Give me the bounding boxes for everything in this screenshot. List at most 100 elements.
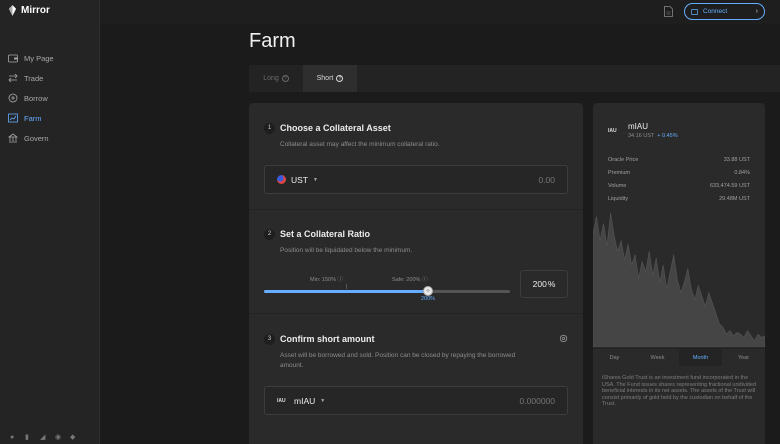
- section-description: Collateral asset may affect the minimum …: [280, 141, 440, 148]
- min-ratio-text: Min: 150%: [310, 277, 336, 283]
- short-amount-input[interactable]: [435, 395, 555, 406]
- safe-ratio-text: Safe: 200%: [392, 277, 421, 283]
- section-description: Asset will be borrowed and sold. Positio…: [280, 352, 516, 369]
- sidebar-item-label: Govern: [24, 133, 49, 143]
- asset-header: IAU mIAU 34.16 UST + 0.45%: [608, 122, 678, 139]
- info-icon[interactable]: ⓘ: [422, 277, 428, 283]
- telegram-icon[interactable]: ◢: [40, 434, 48, 442]
- sidebar: Mirror My Page Trade Borrow Farm Govern …: [0, 0, 100, 444]
- info-icon[interactable]: ?: [281, 75, 289, 82]
- tab-label: Short: [316, 75, 334, 82]
- chevron-right-icon: ›: [755, 8, 758, 15]
- range-day[interactable]: Day: [593, 349, 636, 366]
- discord-icon[interactable]: ◉: [55, 434, 63, 442]
- asset-name: mIAU: [628, 122, 648, 131]
- collateral-asset-select[interactable]: UST ▼: [277, 175, 318, 185]
- tab-long[interactable]: Long ?: [249, 65, 303, 92]
- asset-price-line: 34.16 UST + 0.45%: [628, 133, 678, 139]
- section-description: Position will be liquidated below the mi…: [280, 247, 413, 254]
- stat-label: Volume: [608, 183, 627, 189]
- app-logo[interactable]: Mirror: [8, 5, 50, 16]
- document-icon[interactable]: [664, 6, 673, 17]
- price-chart[interactable]: [593, 207, 765, 347]
- sidebar-item-label: Farm: [24, 113, 42, 123]
- social-links: ● ▮ ◢ ◉ ◆: [10, 434, 78, 442]
- step-number: 1: [264, 123, 275, 134]
- connect-label: Connect: [703, 8, 728, 15]
- collateral-ratio-slider[interactable]: Min: 150% ⓘ Safe: 200% ⓘ ‹› 200%: [264, 270, 510, 306]
- page-title: Farm: [249, 30, 296, 52]
- asset-info-panel: IAU mIAU 34.16 UST + 0.45% Oracle Price 33…: [593, 103, 765, 444]
- range-year[interactable]: Year: [722, 349, 765, 366]
- ratio-value: 200: [532, 279, 547, 289]
- step-number: 2: [264, 229, 275, 240]
- caret-down-icon: ▼: [313, 176, 318, 183]
- medium-icon[interactable]: ▮: [25, 434, 33, 442]
- info-icon[interactable]: ?: [336, 75, 344, 82]
- sidebar-item-my-page[interactable]: My Page: [8, 48, 54, 68]
- stat-row: Volume 633,474.59 UST: [608, 183, 750, 196]
- tab-short[interactable]: Short ?: [303, 65, 357, 92]
- stat-row: Oracle Price 33.88 UST: [608, 157, 750, 170]
- price-change: + 0.45%: [657, 133, 678, 139]
- collateral-asset-section: 1 Choose a Collateral Asset Collateral a…: [249, 103, 583, 208]
- range-month[interactable]: Month: [679, 349, 722, 366]
- sidebar-item-farm[interactable]: Farm: [8, 108, 54, 128]
- safe-ratio-label: Safe: 200% ⓘ: [392, 275, 427, 283]
- stat-value: 0.84%: [734, 170, 750, 176]
- connect-button[interactable]: Connect ›: [684, 3, 765, 20]
- collateral-ratio-input[interactable]: 200 %: [520, 270, 568, 298]
- section-title: Choose a Collateral Asset: [280, 123, 391, 133]
- ust-flag-icon: [277, 175, 286, 184]
- swap-icon: [8, 73, 18, 83]
- chart-icon: [8, 113, 18, 123]
- collateral-amount-box: UST ▼: [264, 165, 568, 194]
- app-name: Mirror: [21, 5, 50, 16]
- asset-label: UST: [291, 174, 308, 185]
- sidebar-item-govern[interactable]: Govern: [8, 128, 54, 148]
- short-amount-box: IAU mIAU ▼: [264, 386, 568, 415]
- price-chart-area: [593, 212, 765, 347]
- stat-label: Oracle Price: [608, 157, 639, 163]
- github-icon[interactable]: ●: [10, 434, 18, 442]
- settings-icon[interactable]: [559, 334, 568, 343]
- range-week[interactable]: Week: [636, 349, 679, 366]
- sidebar-item-label: Borrow: [24, 93, 48, 103]
- top-bar: [100, 0, 780, 24]
- tab-label: Long: [263, 75, 279, 82]
- stat-value: 33.88 UST: [723, 157, 750, 163]
- mirror-logo-icon: [8, 5, 17, 16]
- slider-thumb[interactable]: ‹›: [423, 286, 433, 296]
- short-amount-section: 3 Confirm short amount Asset will be bor…: [249, 313, 583, 444]
- ratio-unit: %: [547, 279, 556, 289]
- govern-icon: [8, 133, 18, 143]
- slider-fill: [264, 290, 428, 293]
- stat-row: Premium 0.84%: [608, 170, 750, 183]
- info-icon[interactable]: ⓘ: [338, 277, 344, 283]
- iau-logo: IAU: [277, 397, 286, 404]
- short-asset-select[interactable]: IAU mIAU ▼: [277, 396, 325, 406]
- asset-description: iShares Gold Trust is an investment fund…: [602, 375, 756, 408]
- min-ratio-tick: [346, 284, 347, 289]
- collateral-amount-input[interactable]: [435, 174, 555, 185]
- sidebar-item-label: My Page: [24, 53, 54, 63]
- asset-price: 34.16 UST: [628, 133, 655, 139]
- asset-label: mIAU: [294, 395, 316, 406]
- section-title: Set a Collateral Ratio: [280, 229, 371, 239]
- sidebar-item-trade[interactable]: Trade: [8, 68, 54, 88]
- step-number: 3: [264, 334, 275, 345]
- current-ratio-label: 200%: [420, 296, 436, 302]
- asset-stats: Oracle Price 33.88 UST Premium 0.84% Volum…: [608, 157, 750, 209]
- chart-range-tabs: Day Week Month Year: [593, 348, 765, 366]
- stat-value: 633,474.59 UST: [709, 183, 750, 189]
- min-ratio-label: Min: 150% ⓘ: [310, 275, 343, 283]
- wallet-icon: [8, 54, 18, 63]
- sidebar-item-borrow[interactable]: Borrow: [8, 88, 54, 108]
- slider-track[interactable]: ‹›: [264, 286, 510, 296]
- stat-label: Premium: [608, 170, 631, 176]
- caret-down-icon: ▼: [320, 397, 326, 404]
- section-title: Confirm short amount: [280, 334, 375, 344]
- borrow-icon: [8, 93, 18, 103]
- twitter-icon[interactable]: ◆: [70, 434, 78, 442]
- sidebar-item-label: Trade: [24, 73, 44, 83]
